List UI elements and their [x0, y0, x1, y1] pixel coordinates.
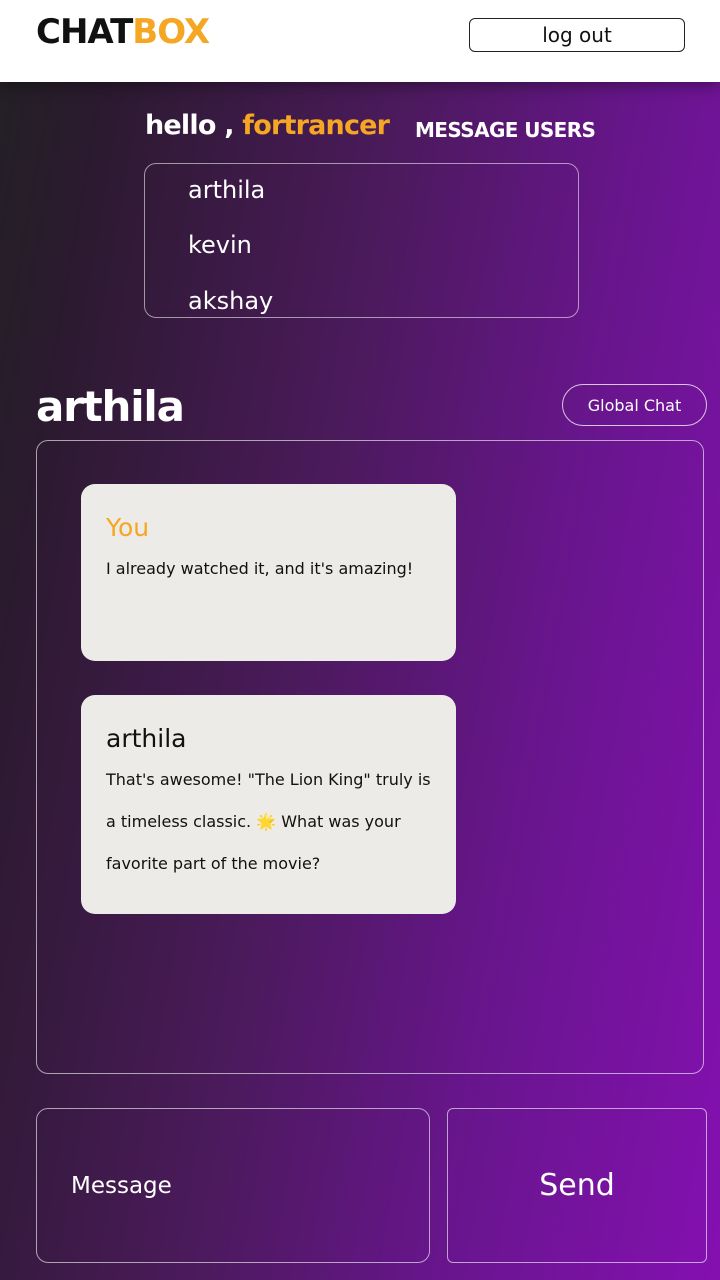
- message-sender: You: [106, 513, 150, 542]
- message-bubble: You I already watched it, and it's amazi…: [81, 484, 456, 661]
- greeting: hello , fortrancer: [145, 110, 390, 141]
- logo-box: BOX: [132, 12, 210, 52]
- user-item-kevin[interactable]: kevin: [188, 231, 252, 259]
- message-bubble: arthila That's awesome! "The Lion King" …: [81, 695, 456, 914]
- user-item-arthila[interactable]: arthila: [188, 176, 265, 204]
- message-sender: arthila: [106, 724, 187, 753]
- global-chat-button[interactable]: Global Chat: [562, 384, 707, 426]
- main-area: hello , fortrancer MESSAGE USERS arthila…: [0, 82, 720, 1280]
- logout-button[interactable]: log out: [469, 18, 685, 52]
- chat-title: arthila: [36, 382, 185, 431]
- top-bar: CHATBOX log out: [0, 0, 720, 82]
- message-users-heading: MESSAGE USERS: [415, 118, 596, 142]
- logo-chat: CHAT: [36, 12, 133, 52]
- message-input[interactable]: Message: [36, 1108, 430, 1263]
- user-item-akshay[interactable]: akshay: [188, 287, 273, 315]
- greeting-hello: hello ,: [145, 110, 234, 141]
- users-list[interactable]: arthila kevin akshay: [144, 163, 579, 318]
- message-text: I already watched it, and it's amazing!: [106, 559, 414, 578]
- greeting-username: fortrancer: [242, 110, 390, 141]
- chat-window: You I already watched it, and it's amazi…: [36, 440, 704, 1074]
- message-text: That's awesome! "The Lion King" truly is…: [106, 770, 431, 873]
- send-button[interactable]: Send: [447, 1108, 707, 1263]
- app-logo: CHATBOX: [36, 10, 210, 54]
